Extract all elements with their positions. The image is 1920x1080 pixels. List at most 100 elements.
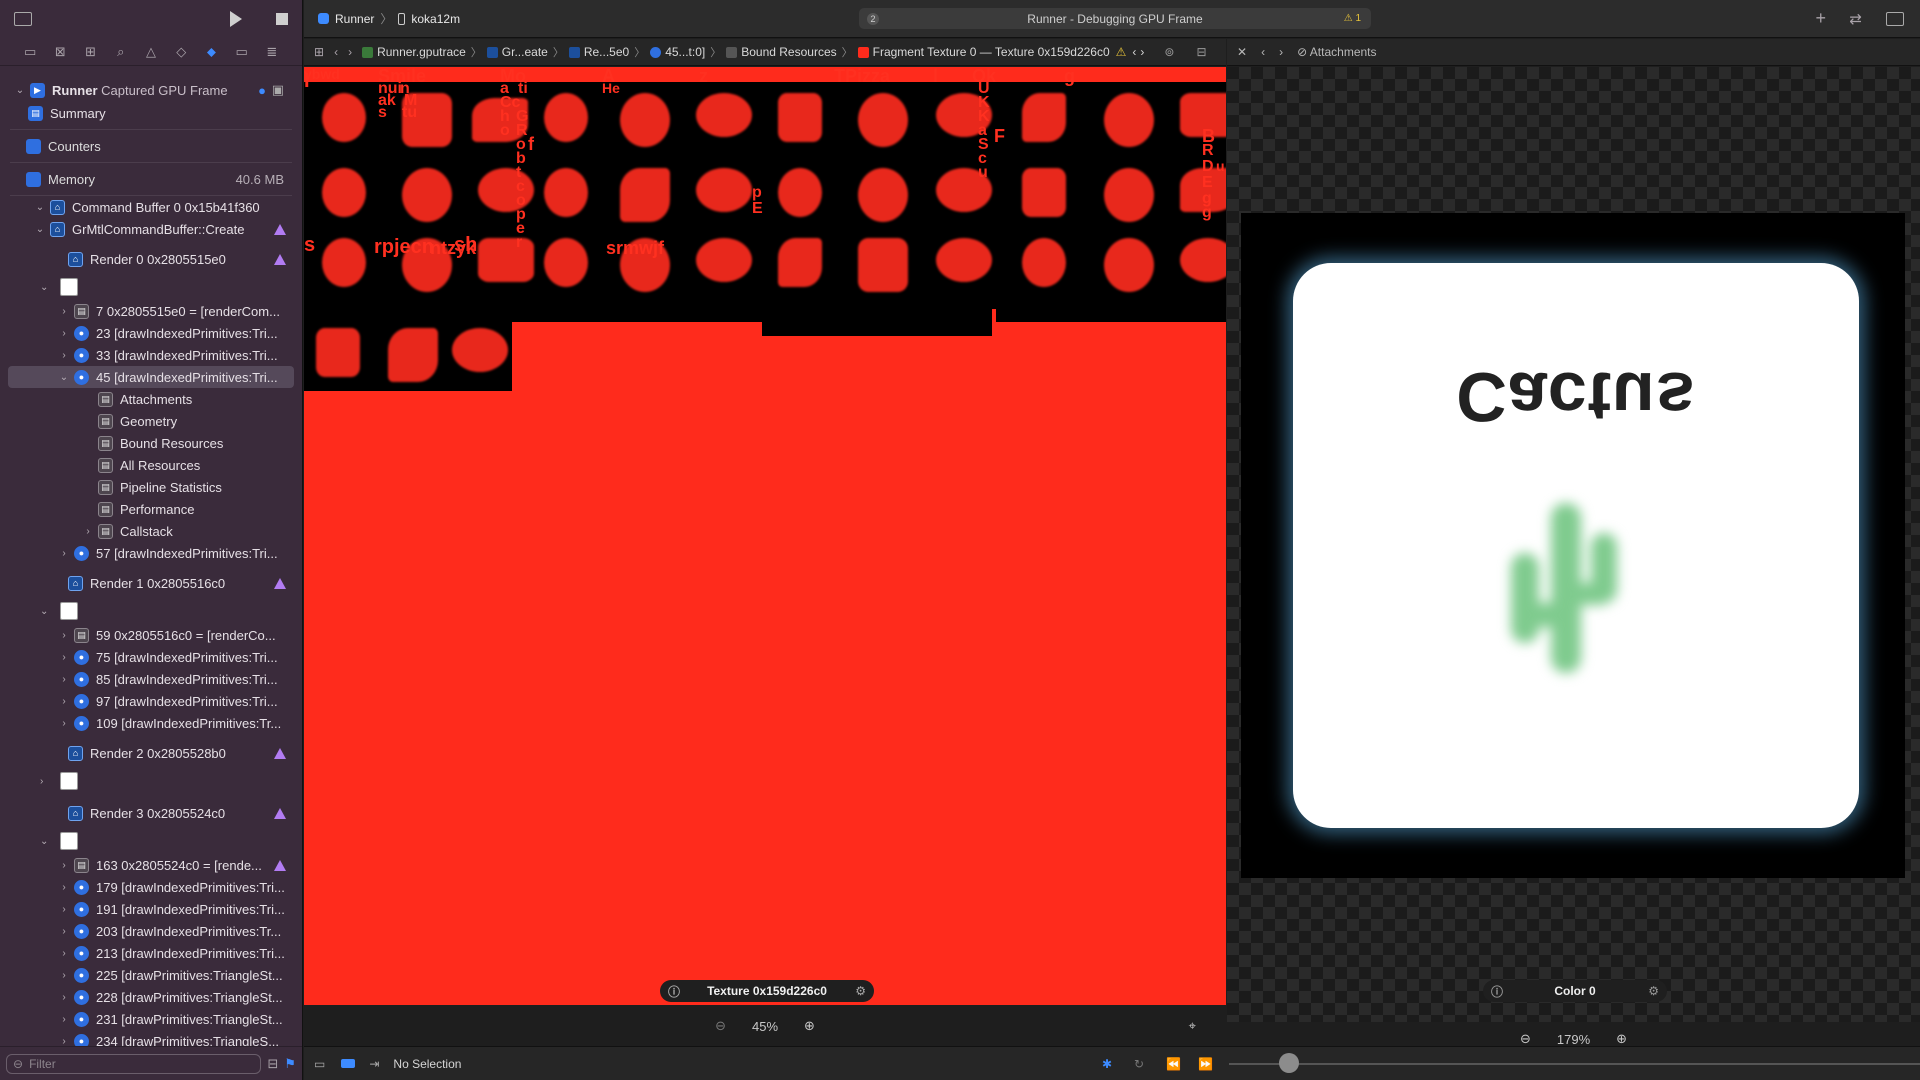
tree-row[interactable]: ⌂ Render 2 0x2805528b0 bbox=[0, 738, 302, 768]
issue-icon[interactable]: △ bbox=[143, 43, 159, 61]
forward-icon[interactable]: › bbox=[1279, 45, 1283, 59]
timeline-slider-track[interactable] bbox=[1229, 1063, 1920, 1065]
frame-icon[interactable]: ▣ bbox=[272, 82, 284, 98]
chevron-right-icon[interactable]: › bbox=[58, 718, 70, 729]
add-icon[interactable]: + bbox=[1815, 8, 1826, 29]
zoom-in-icon[interactable]: ⊕ bbox=[1616, 1031, 1627, 1047]
symbol-icon[interactable]: ⊞ bbox=[82, 43, 98, 61]
render-thumbnail[interactable] bbox=[60, 602, 78, 620]
reload-icon[interactable]: ↻ bbox=[1134, 1057, 1144, 1071]
grid-icon[interactable]: ⊞ bbox=[314, 45, 324, 59]
info-icon[interactable]: ⓘ bbox=[668, 983, 680, 1000]
chevron-down-icon[interactable]: ⌄ bbox=[14, 85, 26, 96]
tree-row[interactable]: ⌂ Render 1 0x2805516c0 bbox=[0, 568, 302, 598]
tree-row[interactable]: › ● 109 [drawIndexedPrimitives:Tr... bbox=[0, 712, 302, 734]
chevron-right-icon[interactable]: › bbox=[58, 970, 70, 981]
chevron-right-icon[interactable]: › bbox=[58, 904, 70, 915]
debug-icon[interactable]: ⬥ bbox=[203, 43, 219, 61]
tree-item-bound-resources[interactable]: ▤ Bound Resources bbox=[0, 432, 302, 454]
tree-item-callstack[interactable]: › ▤ Callstack bbox=[0, 520, 302, 542]
tree-item-summary[interactable]: ▤ Summary bbox=[0, 102, 302, 124]
prev-icon[interactable]: ‹ bbox=[1132, 45, 1136, 59]
back-icon[interactable]: ‹ bbox=[1261, 45, 1265, 59]
attachment-viewer[interactable]: Cactus bbox=[1227, 67, 1920, 1022]
timeline-slider-knob[interactable] bbox=[1279, 1053, 1299, 1073]
back-icon[interactable]: ‹ bbox=[334, 45, 338, 59]
warning-icon[interactable] bbox=[274, 577, 286, 589]
breakpoints-toggle-icon[interactable] bbox=[341, 1059, 356, 1068]
zoom-out-icon[interactable]: ⊖ bbox=[715, 1018, 726, 1034]
render-thumbnail[interactable] bbox=[60, 772, 78, 790]
step-icon[interactable]: ⇥ bbox=[369, 1057, 379, 1071]
folder-icon[interactable]: ▭ bbox=[22, 43, 38, 61]
crosshair-icon[interactable]: ⌖ bbox=[1189, 1018, 1196, 1034]
related-icon[interactable]: ⊚ bbox=[1164, 45, 1174, 59]
scheme-selector[interactable]: Runner 〉 koka12m bbox=[318, 10, 460, 27]
forward-icon[interactable]: › bbox=[348, 45, 352, 59]
chevron-down-icon[interactable]: ⌄ bbox=[40, 606, 52, 617]
attachment-label[interactable]: ⓘ Color 0 ⚙ bbox=[1483, 980, 1667, 1002]
render-thumbnail-row[interactable]: ⌄ bbox=[0, 274, 302, 300]
swap-icon[interactable]: ⇄ bbox=[1849, 10, 1862, 28]
tree-row[interactable]: › ▤ 163 0x2805524c0 = [rende... bbox=[0, 854, 302, 876]
render-thumbnail-row[interactable]: ⌄ bbox=[0, 828, 302, 854]
tree-row[interactable]: › ● 33 [drawIndexedPrimitives:Tri... bbox=[0, 344, 302, 366]
rewind-icon[interactable]: ⏪ bbox=[1166, 1057, 1181, 1071]
tree-item-pipeline-statistics[interactable]: ▤ Pipeline Statistics bbox=[0, 476, 302, 498]
tree-row[interactable]: › ● 213 [drawIndexedPrimitives:Tri... bbox=[0, 942, 302, 964]
toggle-navigator-icon[interactable] bbox=[14, 12, 32, 26]
warning-icon[interactable] bbox=[274, 807, 286, 819]
tree-row[interactable]: › ● 225 [drawPrimitives:TriangleSt... bbox=[0, 964, 302, 986]
render-thumbnail-row[interactable]: › bbox=[0, 768, 302, 794]
chevron-right-icon[interactable]: › bbox=[58, 926, 70, 937]
gpu-debug-icon[interactable]: ✱ bbox=[1102, 1057, 1112, 1071]
chevron-right-icon[interactable]: › bbox=[40, 776, 52, 787]
warning-icon[interactable] bbox=[274, 253, 286, 265]
tree-row[interactable]: ⌄ ⌂ Command Buffer 0 0x15b41f360 bbox=[0, 196, 302, 218]
chevron-down-icon[interactable]: ⌄ bbox=[34, 202, 46, 213]
chevron-down-icon[interactable]: ⌄ bbox=[34, 224, 46, 235]
search-icon[interactable]: ⌕ bbox=[113, 43, 129, 61]
breakpoint-icon[interactable]: ▭ bbox=[234, 43, 250, 61]
tree-row[interactable]: › ● 191 [drawIndexedPrimitives:Tri... bbox=[0, 898, 302, 920]
close-icon[interactable]: ✕ bbox=[1237, 45, 1247, 59]
chevron-right-icon[interactable]: › bbox=[58, 652, 70, 663]
filter-field[interactable]: ⊖ Filter bbox=[6, 1053, 262, 1074]
tree-row[interactable]: ⌄ ● 45 [drawIndexedPrimitives:Tri... bbox=[8, 366, 294, 388]
render-thumbnail[interactable] bbox=[60, 278, 78, 296]
chevron-right-icon[interactable]: › bbox=[58, 350, 70, 361]
tree-row[interactable]: › ● 179 [drawIndexedPrimitives:Tri... bbox=[0, 876, 302, 898]
next-icon[interactable]: › bbox=[1140, 45, 1144, 59]
tree-item-geometry[interactable]: ▤ Geometry bbox=[0, 410, 302, 432]
tree-row[interactable]: › ● 234 [drawPrimitives:TriangleS... bbox=[0, 1030, 302, 1046]
tree-item-all-resources[interactable]: ▤ All Resources bbox=[0, 454, 302, 476]
tree-row[interactable]: ⌂ Render 0 0x2805515e0 bbox=[0, 244, 302, 274]
jump-item-render[interactable]: Re...5e0 bbox=[568, 45, 629, 59]
tree-section-counters[interactable]: Counters bbox=[10, 130, 292, 163]
chevron-right-icon[interactable]: › bbox=[58, 860, 70, 871]
chevron-right-icon[interactable]: › bbox=[58, 1036, 70, 1047]
chevron-down-icon[interactable]: ⌄ bbox=[40, 836, 52, 847]
test-icon[interactable]: ◇ bbox=[173, 43, 189, 61]
tree-row[interactable]: ⌂ Render 3 0x2805524c0 bbox=[0, 798, 302, 828]
warning-icon[interactable]: ⚠ bbox=[1116, 45, 1127, 59]
info-icon[interactable]: ⓘ bbox=[1491, 983, 1503, 1000]
tree-row[interactable]: › ● 23 [drawIndexedPrimitives:Tri... bbox=[0, 322, 302, 344]
tree-row[interactable]: › ● 85 [drawIndexedPrimitives:Tri... bbox=[0, 668, 302, 690]
texture-label[interactable]: ⓘ Texture 0x159d226c0 ⚙ bbox=[660, 980, 874, 1002]
chevron-right-icon[interactable]: › bbox=[58, 992, 70, 1003]
tree-section-memory[interactable]: Memory 40.6 MB bbox=[10, 163, 292, 196]
jump-item-bound-resources[interactable]: Bound Resources bbox=[726, 45, 837, 59]
warning-icon[interactable] bbox=[274, 747, 286, 759]
chevron-right-icon[interactable]: › bbox=[58, 882, 70, 893]
tree-root[interactable]: ⌄ ▶ Runner Captured GPU Frame ● ▣ bbox=[0, 78, 302, 102]
tree-row[interactable]: ⌄ ⌂ GrMtlCommandBuffer::Create bbox=[0, 218, 302, 240]
jump-item-draw[interactable]: 45...t:0] bbox=[650, 45, 705, 59]
settings-icon[interactable]: ⚙ bbox=[1648, 984, 1659, 998]
chevron-right-icon[interactable]: › bbox=[82, 526, 94, 537]
chevron-right-icon[interactable]: › bbox=[58, 306, 70, 317]
tree-row[interactable]: › ▤ 7 0x2805515e0 = [renderCom... bbox=[0, 300, 302, 322]
chevron-down-icon[interactable]: ⌄ bbox=[40, 282, 52, 293]
stop-icon[interactable] bbox=[276, 13, 288, 25]
source-control-icon[interactable]: ⊠ bbox=[52, 43, 68, 61]
